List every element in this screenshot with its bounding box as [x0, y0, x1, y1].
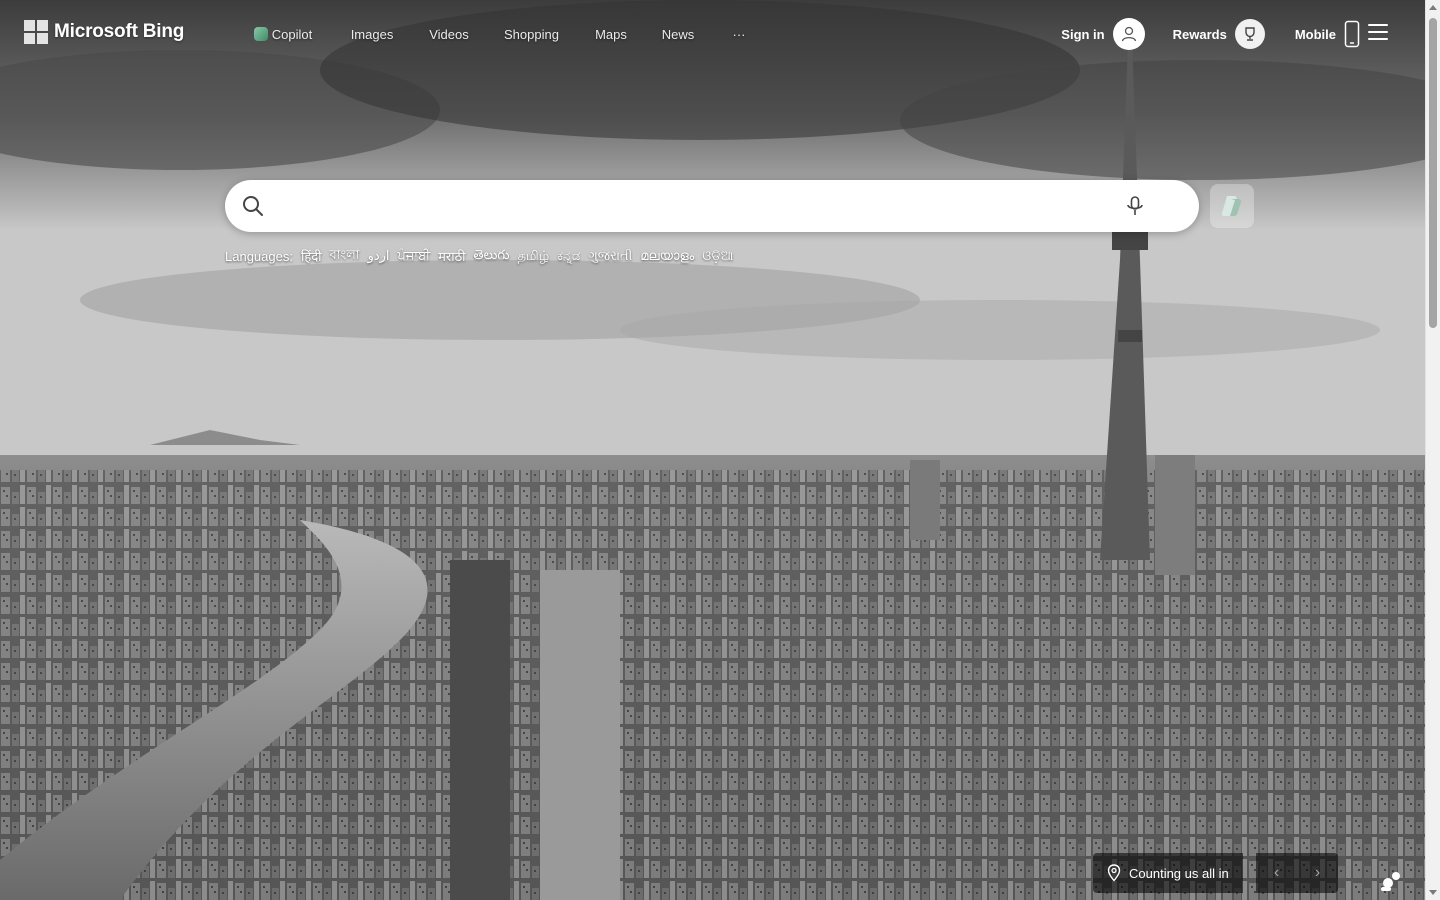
language-link-gujarati[interactable]: ગુજરાતી	[584, 248, 636, 264]
image-location-label: Counting us all in	[1129, 865, 1229, 881]
language-links: Languages: हिंदी বাংলা اردو ਪੰਜਾਬੀ मराठी…	[225, 246, 737, 266]
scroll-up-arrow-icon[interactable]	[1429, 5, 1437, 10]
vertical-scrollbar[interactable]	[1425, 0, 1440, 900]
nav-shopping-label: Shopping	[504, 26, 559, 42]
background-image	[0, 0, 1425, 900]
nav-images[interactable]: Images	[350, 14, 394, 54]
language-link-bangla[interactable]: বাংলা	[326, 246, 364, 267]
microsoft-logo-icon	[24, 20, 48, 44]
search-box	[225, 180, 1199, 232]
language-link-tamil[interactable]: தமிழ்	[513, 248, 553, 265]
nav-maps[interactable]: Maps	[595, 14, 627, 54]
nav-videos[interactable]: Videos	[428, 14, 470, 54]
copilot-icon	[253, 27, 268, 41]
image-location-button[interactable]: Counting us all in	[1093, 853, 1243, 893]
rewards-button[interactable]: Rewards	[1173, 19, 1265, 49]
language-link-hindi[interactable]: हिंदी	[297, 247, 326, 265]
mobile-label: Mobile	[1294, 26, 1336, 42]
languages-label: Languages:	[225, 248, 293, 264]
location-pin-icon	[1107, 864, 1121, 882]
scroll-down-arrow-icon[interactable]	[1429, 890, 1437, 895]
next-image-button[interactable]: ›	[1297, 853, 1338, 893]
language-link-malayalam[interactable]: മലയാളം	[636, 248, 698, 264]
language-link-punjabi[interactable]: ਪੰਜਾਬੀ	[394, 248, 435, 264]
nav-news[interactable]: News	[661, 14, 695, 54]
nav-videos-label: Videos	[429, 26, 469, 42]
nav-news-label: News	[661, 26, 695, 42]
nav-more-button[interactable]: ···	[728, 14, 750, 54]
language-link-kannada[interactable]: ಕನ್ನಡ	[553, 248, 584, 264]
nav-copilot[interactable]: Copilot	[250, 14, 316, 54]
header-right: Sign in Rewards Mobile	[1061, 14, 1388, 54]
bing-logo[interactable]: Microsoft Bing	[24, 20, 184, 44]
phone-icon	[1344, 20, 1360, 48]
nav-copilot-label: Copilot	[271, 26, 313, 42]
nav-shopping[interactable]: Shopping	[503, 14, 560, 54]
copilot-icon	[1221, 196, 1242, 216]
hamburger-menu-icon[interactable]	[1368, 24, 1388, 40]
language-link-odia[interactable]: ଓଡ଼ିଆ	[698, 248, 737, 264]
trophy-icon	[1234, 19, 1265, 49]
search-icon[interactable]	[241, 194, 265, 218]
brand-name: Microsoft Bing	[54, 21, 185, 42]
language-link-urdu[interactable]: اردو	[364, 248, 394, 264]
rewards-label: Rewards	[1172, 26, 1227, 42]
feedback-icon[interactable]	[1380, 868, 1404, 892]
nav-maps-label: Maps	[595, 26, 627, 42]
more-dots-icon: ···	[732, 26, 746, 42]
signin-button[interactable]: Sign in	[1061, 18, 1145, 50]
signin-label: Sign in	[1061, 26, 1105, 42]
copilot-search-button[interactable]	[1210, 184, 1254, 228]
microphone-icon[interactable]	[1123, 194, 1147, 218]
language-link-telugu[interactable]: తెలుగు	[470, 247, 514, 266]
language-link-marathi[interactable]: मराठी	[434, 247, 469, 265]
scroll-thumb[interactable]	[1429, 18, 1437, 328]
nav-images-label: Images	[350, 26, 394, 42]
previous-image-button[interactable]: ‹	[1256, 853, 1297, 893]
image-pager: ‹ ›	[1256, 853, 1338, 893]
mobile-button[interactable]: Mobile	[1295, 20, 1360, 48]
search-input[interactable]	[273, 194, 1133, 218]
avatar-icon	[1112, 18, 1145, 50]
